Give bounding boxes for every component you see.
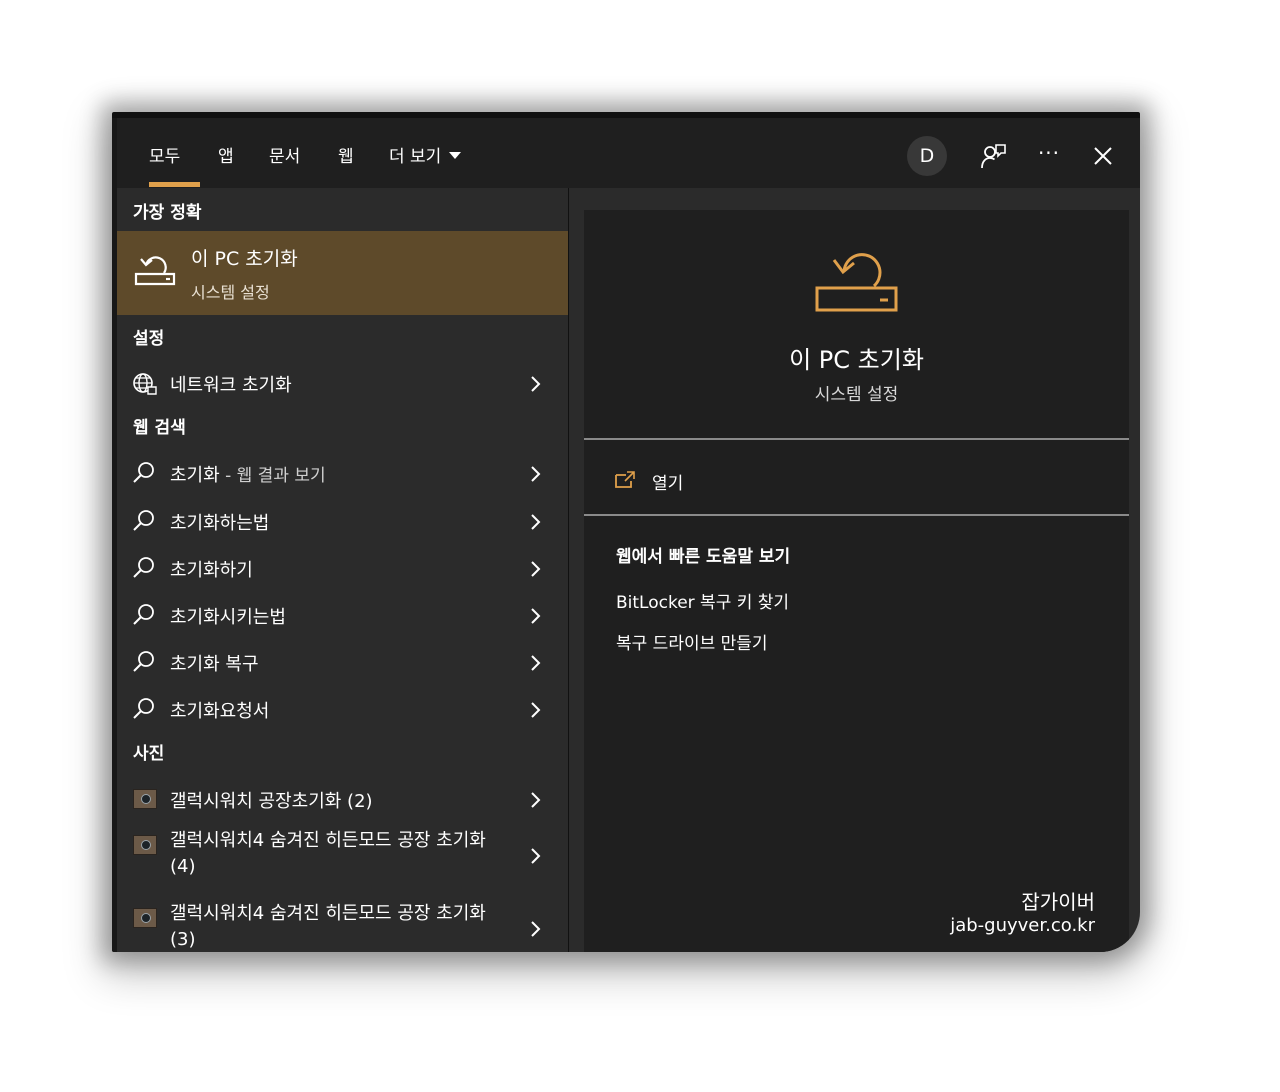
divider <box>584 438 1129 440</box>
pane-divider <box>568 188 569 952</box>
result-preview-pane: 이 PC 초기화 시스템 설정 열기 웹에서 빠른 도움말 보기 BitLock… <box>584 210 1129 952</box>
web-result-item[interactable]: 초기화시키는법 <box>117 594 568 638</box>
search-icon <box>133 698 154 719</box>
tab-more[interactable]: 더 보기 <box>389 142 462 172</box>
open-external-icon <box>615 471 635 488</box>
query-text: 초기화 <box>170 465 220 486</box>
result-label: 갤럭시워치4 숨겨진 히든모드 공장 초기화 (4) <box>170 830 486 877</box>
globe-icon <box>133 373 157 395</box>
watermark-url: jab-guyver.co.kr <box>950 915 1095 936</box>
web-result-item[interactable]: 초기화 - 웹 결과 보기 <box>117 452 568 496</box>
tab-web[interactable]: 웹 <box>338 142 354 172</box>
chevron-right-icon[interactable] <box>525 606 545 626</box>
result-label: 초기화 - 웹 결과 보기 <box>170 461 326 487</box>
chevron-right-icon[interactable] <box>525 846 545 866</box>
search-icon <box>133 557 154 578</box>
photo-result-item[interactable]: 갤럭시워치 공장초기화 (2) <box>117 778 568 822</box>
divider <box>584 514 1129 516</box>
search-icon <box>133 651 154 672</box>
tab-documents[interactable]: 문서 <box>269 142 300 172</box>
result-label: 초기화 복구 <box>170 654 259 675</box>
chevron-right-icon[interactable] <box>525 559 545 579</box>
chevron-right-icon[interactable] <box>525 464 545 484</box>
section-header-web-search: 웹 검색 <box>133 418 186 438</box>
open-label: 열기 <box>652 474 684 494</box>
result-label: 초기화시키는법 <box>170 607 286 628</box>
active-tab-indicator <box>149 182 200 187</box>
best-match-subtitle: 시스템 설정 <box>191 283 270 302</box>
result-network-reset[interactable]: 네트워크 초기화 <box>117 362 568 406</box>
result-label: 갤럭시워치4 숨겨진 히든모드 공장 초기화 (3) <box>170 903 486 950</box>
tab-more-label: 더 보기 <box>389 147 442 167</box>
result-label: 초기화하는법 <box>170 513 270 534</box>
search-icon <box>133 604 154 625</box>
account-avatar[interactable]: D <box>907 136 947 176</box>
result-label: 네트워크 초기화 <box>170 375 292 396</box>
photo-result-item[interactable]: 갤럭시워치4 숨겨진 히든모드 공장 초기화 (3) <box>117 897 568 952</box>
person-feedback-icon[interactable] <box>977 140 1009 172</box>
best-match-title: 이 PC 초기화 <box>191 248 298 270</box>
web-result-item[interactable]: 초기화요청서 <box>117 688 568 732</box>
search-window: 모두 앱 문서 웹 더 보기 D ··· 가장 정확 이 PC 초기화 시스템 … <box>112 112 1140 952</box>
chevron-right-icon[interactable] <box>525 919 545 939</box>
result-label: 초기화요청서 <box>170 701 270 722</box>
chevron-right-icon[interactable] <box>525 700 545 720</box>
search-scope-bar: 모두 앱 문서 웹 더 보기 D ··· <box>117 118 1140 188</box>
result-label: 초기화하기 <box>170 560 253 581</box>
web-result-item[interactable]: 초기화하기 <box>117 547 568 591</box>
section-header-best-match: 가장 정확 <box>133 203 202 223</box>
chevron-right-icon[interactable] <box>525 790 545 810</box>
chevron-right-icon[interactable] <box>525 653 545 673</box>
best-match-item[interactable]: 이 PC 초기화 시스템 설정 <box>117 231 568 315</box>
chevron-right-icon[interactable] <box>525 374 545 394</box>
photo-thumbnail-icon <box>133 835 157 855</box>
section-header-settings: 설정 <box>133 329 165 349</box>
more-options-icon[interactable]: ··· <box>1033 140 1065 172</box>
reset-pc-icon <box>134 256 176 286</box>
reset-pc-icon <box>815 253 898 312</box>
photo-thumbnail-icon <box>133 908 157 928</box>
result-label: 갤럭시워치 공장초기화 (2) <box>170 791 373 812</box>
help-link-bitlocker[interactable]: BitLocker 복구 키 찾기 <box>616 588 789 613</box>
chevron-right-icon[interactable] <box>525 512 545 532</box>
watermark-title: 잡가이버 <box>1021 890 1095 914</box>
caret-down-icon <box>449 152 462 159</box>
search-icon <box>133 462 154 483</box>
search-icon <box>133 510 154 531</box>
close-icon[interactable] <box>1087 140 1119 172</box>
photo-result-item[interactable]: 갤럭시워치4 숨겨진 히든모드 공장 초기화 (4) <box>117 824 568 888</box>
section-header-photos: 사진 <box>133 744 165 764</box>
help-link-recovery-drive[interactable]: 복구 드라이브 만들기 <box>616 629 768 654</box>
results-list: 가장 정확 이 PC 초기화 시스템 설정 설정 네트워크 초기화 웹 검색 초… <box>117 188 568 952</box>
web-results-suffix: - 웹 결과 보기 <box>219 466 326 486</box>
web-result-item[interactable]: 초기화하는법 <box>117 500 568 544</box>
preview-title: 이 PC 초기화 <box>789 346 924 374</box>
web-result-item[interactable]: 초기화 복구 <box>117 641 568 685</box>
web-help-header: 웹에서 빠른 도움말 보기 <box>616 547 791 567</box>
photo-thumbnail-icon <box>133 789 157 809</box>
tab-all[interactable]: 모두 <box>149 142 180 172</box>
preview-subtitle: 시스템 설정 <box>814 385 899 405</box>
tab-apps[interactable]: 앱 <box>218 142 234 172</box>
